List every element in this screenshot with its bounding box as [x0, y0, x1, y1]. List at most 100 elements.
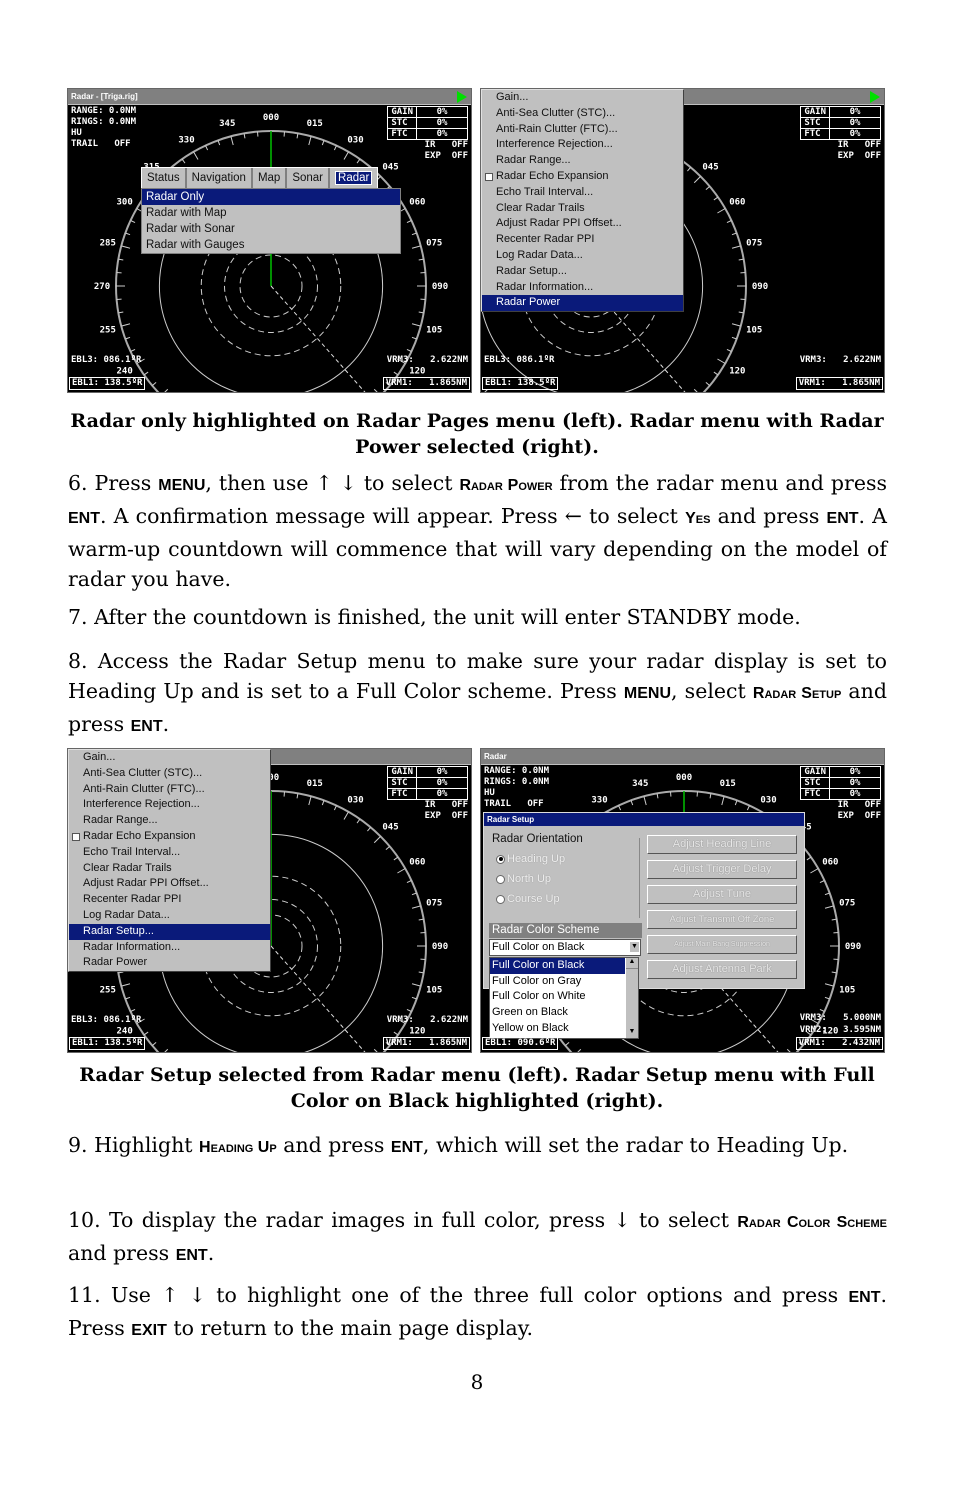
menu-item[interactable]: Radar Power	[69, 955, 270, 971]
compass-label: 045	[382, 822, 398, 832]
vrm3-readout: VRM3: 2.622NM	[386, 355, 468, 365]
menu-item-radar-with-gauges[interactable]: Radar with Gauges	[142, 237, 400, 253]
tick-mark	[810, 868, 819, 874]
color-option-full-white[interactable]: Full Color on White	[490, 989, 625, 1005]
radio-heading-up[interactable]: Heading Up	[496, 853, 565, 865]
divider	[639, 838, 640, 918]
compass-label: 075	[426, 238, 442, 248]
menu-item-radar-power[interactable]: Radar Power	[482, 295, 683, 312]
menu-item-radar-only[interactable]: Radar Only	[142, 189, 400, 205]
menu-item[interactable]: Log Radar Data...	[482, 248, 683, 264]
menu-item-echo-expansion[interactable]: Radar Echo Expansion	[482, 169, 683, 185]
tick-mark	[130, 220, 136, 224]
step-8: 8. Access the Radar Setup menu to make s…	[68, 649, 887, 736]
compass-label: 060	[729, 198, 745, 208]
tick-mark	[343, 811, 349, 820]
tick-mark	[705, 382, 711, 387]
adjust-transmit-off-zone-button[interactable]: Adjust Transmit Off Zone	[647, 910, 797, 929]
menu-item[interactable]: Anti-Sea Clutter (STC)...	[69, 766, 270, 782]
compass-label: 105	[746, 326, 762, 336]
tick-mark	[356, 818, 361, 824]
menu-item[interactable]: Anti-Rain Clutter (FTC)...	[69, 782, 270, 798]
menu-item[interactable]: Radar Setup...	[482, 264, 683, 280]
scrollbar[interactable]: ▲ ▼	[626, 958, 638, 1038]
menu-item[interactable]: Interference Rejection...	[482, 137, 683, 153]
menu-item[interactable]: Anti-Rain Clutter (FTC)...	[482, 122, 683, 138]
tick-mark	[343, 151, 349, 160]
menu-item-radar-with-sonar[interactable]: Radar with Sonar	[142, 221, 400, 237]
menu-item[interactable]: Radar Range...	[482, 153, 683, 169]
menu-item[interactable]: Radar Range...	[69, 813, 270, 829]
compass-label: 120	[409, 367, 425, 377]
compass-label: 060	[822, 858, 838, 868]
menu-item[interactable]: Echo Trail Interval...	[69, 845, 270, 861]
menu-item[interactable]: Log Radar Data...	[69, 908, 270, 924]
color-option-green-black[interactable]: Green on Black	[490, 1005, 625, 1021]
tick-mark	[411, 323, 421, 327]
menu-item[interactable]: Clear Radar Trails	[69, 861, 270, 877]
color-option-yellow-black[interactable]: Yellow on Black	[490, 1021, 625, 1037]
adjust-antenna-park-button[interactable]: Adjust Antenna Park	[647, 960, 797, 979]
ir-exp-status: IR OFF EXP OFF	[424, 140, 468, 161]
tick-mark	[356, 158, 361, 164]
tick-mark	[577, 1048, 582, 1052]
scroll-down-icon[interactable]: ▼	[626, 1028, 638, 1038]
compass-label: 000	[263, 113, 279, 123]
tick-mark	[643, 796, 647, 806]
vrm1-readout: VRM1: 1.865NM	[795, 377, 883, 390]
tick-mark	[121, 983, 131, 987]
tab-radar[interactable]: Radar	[330, 168, 377, 188]
menu-item[interactable]: Adjust Radar PPI Offset...	[69, 876, 270, 892]
menu-item[interactable]: Echo Trail Interval...	[482, 185, 683, 201]
menu-item[interactable]: Recenter Radar PPI	[69, 892, 270, 908]
menu-item-echo-expansion[interactable]: Radar Echo Expansion	[69, 829, 270, 845]
tab-status[interactable]: Status	[142, 168, 187, 188]
menu-item[interactable]: Adjust Radar PPI Offset...	[482, 216, 683, 232]
menu-item-radar-with-map[interactable]: Radar with Map	[142, 205, 400, 221]
compass-label: 030	[760, 796, 776, 806]
ebl3-readout: EBL3: 086.1ºR	[71, 355, 142, 365]
scroll-up-icon[interactable]: ▲	[626, 958, 638, 969]
tick-mark	[130, 348, 136, 352]
adjust-trigger-delay-button[interactable]: Adjust Trigger Delay	[647, 860, 797, 879]
checkbox-icon[interactable]	[72, 832, 80, 841]
adjust-tune-button[interactable]: Adjust Tune	[647, 885, 797, 904]
menu-item[interactable]: Recenter Radar PPI	[482, 232, 683, 248]
menu-item[interactable]: Radar Information...	[482, 280, 683, 296]
compass-label: 090	[432, 942, 448, 952]
vrm3-readout: VRM3: 2.622NM	[386, 1015, 468, 1025]
menu-item[interactable]: Gain...	[69, 750, 270, 766]
checkbox-icon[interactable]	[485, 172, 493, 181]
color-scheme-select[interactable]: Full Color on Black ▼	[489, 939, 641, 956]
tick-mark	[406, 348, 412, 352]
tab-map[interactable]: Map	[253, 168, 288, 188]
tick-mark	[693, 388, 698, 392]
menu-item-radar-setup[interactable]: Radar Setup...	[69, 923, 270, 940]
chevron-down-icon[interactable]: ▼	[630, 942, 639, 952]
tick-mark	[705, 185, 711, 190]
tick-mark	[721, 796, 725, 806]
menu-item[interactable]: Clear Radar Trails	[482, 201, 683, 217]
tick-mark	[687, 166, 692, 172]
adjust-heading-line-button[interactable]: Adjust Heading Line	[647, 835, 797, 854]
menu-item[interactable]: Interference Rejection...	[69, 797, 270, 813]
color-option-full-black[interactable]: Full Color on Black	[490, 958, 625, 974]
color-option-full-gray[interactable]: Full Color on Gray	[490, 974, 625, 990]
tick-mark	[333, 805, 337, 811]
adjust-main-bang-suppression-button[interactable]: Adjust Main Bang Suppression	[647, 935, 797, 954]
tab-sonar[interactable]: Sonar	[287, 168, 331, 188]
menu-item[interactable]: Radar Information...	[69, 940, 270, 956]
menu-item[interactable]: Anti-Sea Clutter (STC)...	[482, 106, 683, 122]
menu-item[interactable]: Gain...	[482, 90, 683, 106]
vrm3-readout: VRM3: 5.000NM	[799, 1013, 881, 1023]
radio-north-up[interactable]: North Up	[496, 873, 551, 885]
tick-mark	[143, 1031, 149, 1036]
compass-label: 300	[117, 198, 133, 208]
compass-label: 090	[752, 282, 768, 292]
tick-mark	[726, 220, 732, 224]
tab-navigation[interactable]: Navigation	[187, 168, 253, 188]
compass-label: 105	[426, 986, 442, 996]
gauge-table: GAIN 0% STC 0% FTC 0%	[800, 766, 881, 800]
radio-icon	[496, 894, 505, 904]
radio-course-up[interactable]: Course Up	[496, 893, 560, 905]
